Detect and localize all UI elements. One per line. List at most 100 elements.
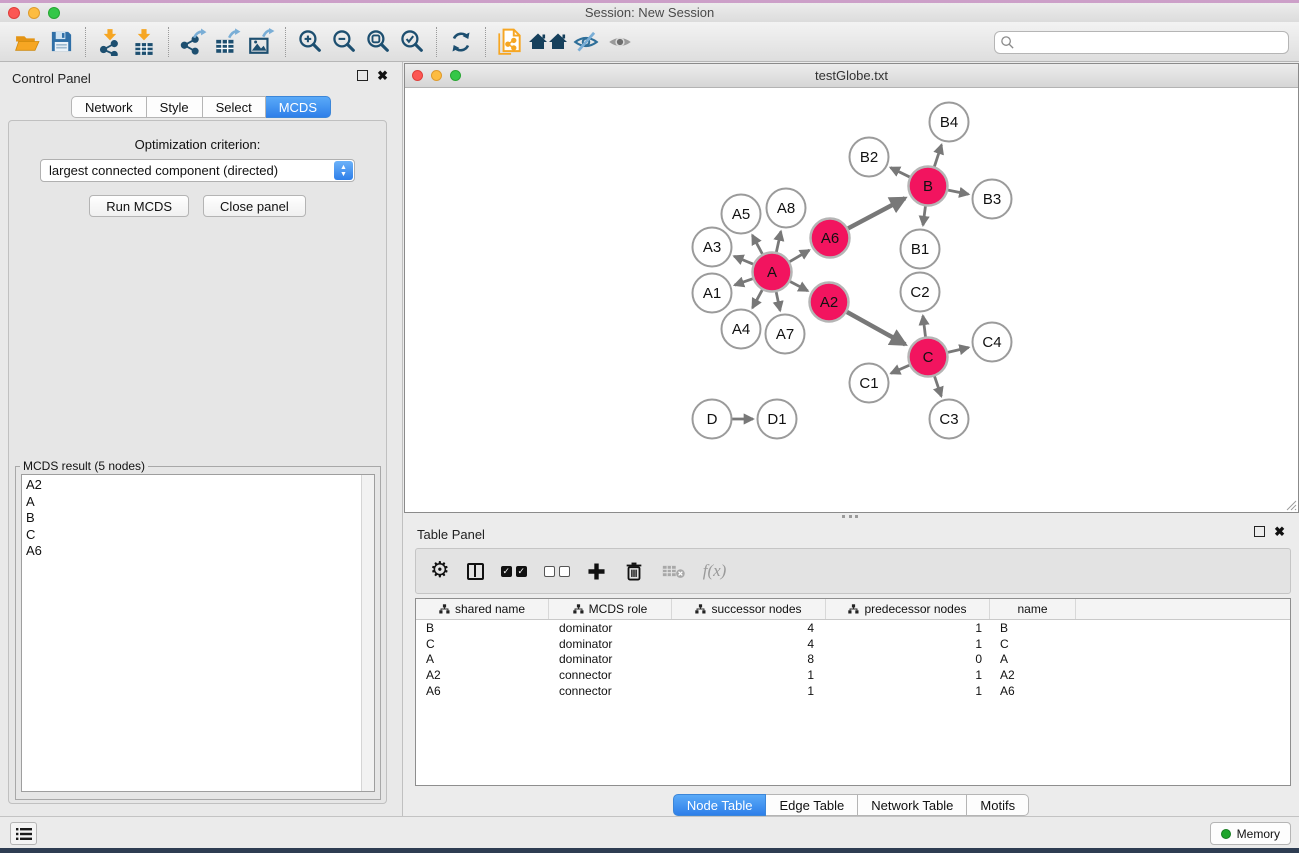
node-A4[interactable]: A4 — [722, 310, 761, 349]
node-D[interactable]: D — [693, 400, 732, 439]
node-B4[interactable]: B4 — [930, 103, 969, 142]
node-B2[interactable]: B2 — [850, 138, 889, 177]
tab-style[interactable]: Style — [147, 96, 203, 118]
table-row[interactable]: Adominator80A — [416, 651, 1290, 667]
tab-network[interactable]: Network — [71, 96, 147, 118]
node-C3[interactable]: C3 — [930, 400, 969, 439]
edge-A-A1[interactable] — [735, 278, 755, 285]
delete-column-button[interactable] — [623, 560, 645, 582]
node-A8[interactable]: A8 — [767, 189, 806, 228]
result-item[interactable]: A — [26, 494, 374, 511]
import-table-button[interactable] — [127, 25, 161, 59]
tab-motifs[interactable]: Motifs — [967, 794, 1029, 816]
node-B[interactable]: B — [909, 167, 948, 206]
export-network-button[interactable] — [176, 25, 210, 59]
edge-C-C2[interactable] — [923, 316, 926, 339]
edge-C-C4[interactable] — [946, 347, 969, 352]
table-row[interactable]: Cdominator41C — [416, 636, 1290, 652]
zoom-in-button[interactable] — [293, 25, 327, 59]
edge-A-A3[interactable] — [734, 256, 755, 265]
column-header[interactable]: successor nodes — [672, 599, 826, 619]
save-session-button[interactable] — [44, 25, 78, 59]
table-settings-button[interactable]: ⚙ — [430, 560, 450, 582]
hide-panels-button[interactable] — [569, 25, 603, 59]
criterion-dropdown[interactable]: largest connected component (directed) ▲… — [40, 159, 355, 182]
close-table-panel-icon[interactable]: ✖ — [1274, 526, 1285, 537]
import-network-button[interactable] — [93, 25, 127, 59]
edge-A-A2[interactable] — [788, 280, 808, 290]
edge-A-A6[interactable] — [788, 250, 810, 263]
node-A6[interactable]: A6 — [811, 219, 850, 258]
edge-B-B1[interactable] — [923, 204, 926, 225]
home-button[interactable] — [527, 25, 569, 59]
show-panels-button[interactable] — [603, 25, 637, 59]
zoom-selected-button[interactable] — [395, 25, 429, 59]
node-C4[interactable]: C4 — [973, 323, 1012, 362]
tab-network-table[interactable]: Network Table — [858, 794, 967, 816]
export-image-button[interactable] — [244, 25, 278, 59]
node-A2[interactable]: A2 — [810, 283, 849, 322]
network-graph[interactable]: A A1 A2 A3 A4 A5 A6 A7 A8 B B1 B2 B3B4 C C1 C2 C3C4 D D1 — [405, 88, 1298, 512]
zoom-fit-button[interactable] — [361, 25, 395, 59]
edge-C-C1[interactable] — [891, 364, 912, 373]
export-table-button[interactable] — [210, 25, 244, 59]
select-all-button[interactable]: ✓ ✓ — [501, 566, 527, 577]
network-canvas[interactable]: A A1 A2 A3 A4 A5 A6 A7 A8 B B1 B2 B3B4 C C1 C2 C3C4 D D1 — [405, 88, 1298, 512]
float-table-panel-icon[interactable] — [1254, 526, 1265, 537]
edge-A-A5[interactable] — [752, 235, 763, 256]
edge-A-A7[interactable] — [776, 290, 780, 311]
edge-C-C3[interactable] — [934, 374, 942, 396]
node-A5[interactable]: A5 — [722, 195, 761, 234]
open-session-button[interactable] — [10, 25, 44, 59]
node-C1[interactable]: C1 — [850, 364, 889, 403]
task-history-button[interactable] — [10, 822, 37, 845]
edge-A2-C[interactable] — [845, 311, 906, 345]
node-C[interactable]: C — [909, 338, 948, 377]
node-A[interactable]: A — [753, 253, 792, 292]
create-column-button[interactable] — [587, 562, 606, 581]
node-A1[interactable]: A1 — [693, 274, 732, 313]
result-scrollbar[interactable] — [361, 475, 374, 791]
edge-A6-B[interactable] — [846, 198, 905, 229]
edge-B-B4[interactable] — [934, 145, 942, 169]
deselect-all-button[interactable] — [544, 566, 570, 577]
node-B3[interactable]: B3 — [973, 180, 1012, 219]
refresh-button[interactable] — [444, 25, 478, 59]
tab-node-table[interactable]: Node Table — [673, 794, 767, 816]
node-D1[interactable]: D1 — [758, 400, 797, 439]
edge-A-A4[interactable] — [752, 288, 763, 308]
column-header[interactable]: predecessor nodes — [826, 599, 990, 619]
node-B1[interactable]: B1 — [901, 230, 940, 269]
tab-select[interactable]: Select — [203, 96, 266, 118]
show-columns-button[interactable] — [467, 563, 484, 580]
search-input[interactable] — [994, 31, 1289, 54]
table-row[interactable]: A6connector11A6 — [416, 683, 1290, 699]
new-network-button[interactable] — [493, 25, 527, 59]
panel-splitter-handle[interactable] — [842, 515, 858, 518]
result-item[interactable]: C — [26, 527, 374, 544]
tab-mcds[interactable]: MCDS — [266, 96, 331, 118]
column-header[interactable]: name — [990, 599, 1076, 619]
result-item[interactable]: B — [26, 510, 374, 527]
zoom-out-button[interactable] — [327, 25, 361, 59]
edge-A-A8[interactable] — [776, 231, 781, 254]
edge-B-B3[interactable] — [946, 190, 969, 195]
edge-B-B2[interactable] — [891, 168, 912, 178]
close-panel-icon[interactable]: ✖ — [377, 70, 388, 81]
run-mcds-button[interactable]: Run MCDS — [89, 195, 189, 217]
column-header[interactable]: shared name — [416, 599, 549, 619]
result-item[interactable]: A2 — [26, 477, 374, 494]
result-item[interactable]: A6 — [26, 543, 374, 560]
column-header[interactable]: MCDS role — [549, 599, 672, 619]
tab-edge-table[interactable]: Edge Table — [766, 794, 858, 816]
close-panel-button[interactable]: Close panel — [203, 195, 306, 217]
table-row[interactable]: A2connector11A2 — [416, 667, 1290, 683]
memory-button[interactable]: Memory — [1210, 822, 1291, 845]
mcds-result-list[interactable]: A2ABCA6 — [21, 474, 375, 792]
node-A7[interactable]: A7 — [766, 315, 805, 354]
float-panel-icon[interactable] — [357, 70, 368, 81]
resize-grip-icon[interactable] — [1283, 497, 1297, 511]
node-A3[interactable]: A3 — [693, 228, 732, 267]
node-C2[interactable]: C2 — [901, 273, 940, 312]
table-row[interactable]: Bdominator41B — [416, 620, 1290, 636]
